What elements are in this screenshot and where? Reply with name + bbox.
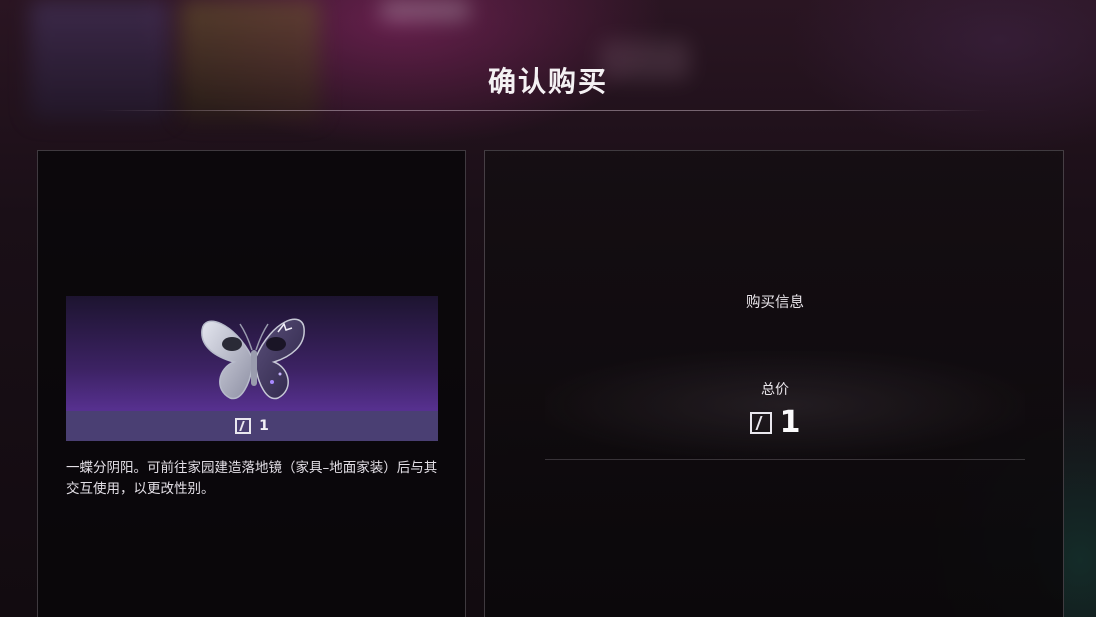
- total-price-value: 1: [779, 405, 801, 440]
- dialog-title: 确认购买: [487, 65, 608, 98]
- currency-icon: [749, 411, 772, 434]
- total-price-label: 总价: [761, 382, 789, 398]
- butterfly-mask-icon: [201, 318, 305, 400]
- item-card: 1: [66, 296, 438, 441]
- item-description: 一蝶分阴阳。可前往家园建造落地镜（家具–地面家装）后与其交互使用，以更改性别。: [66, 460, 438, 497]
- currency-icon: [235, 418, 252, 434]
- title-divider: [100, 110, 990, 111]
- purchase-info-label: 购买信息: [746, 295, 804, 311]
- item-price-bar: 1: [66, 411, 438, 441]
- purchase-info-panel: 购买信息 总价 1: [484, 150, 1064, 617]
- item-panel: 1 一蝶分阴阳。可前往家园建造落地镜（家具–地面家装）后与其交互使用，以更改性别…: [37, 150, 466, 617]
- background-item-tile: [380, 0, 470, 20]
- total-price: 1: [485, 405, 1065, 440]
- item-price: 1: [259, 418, 269, 434]
